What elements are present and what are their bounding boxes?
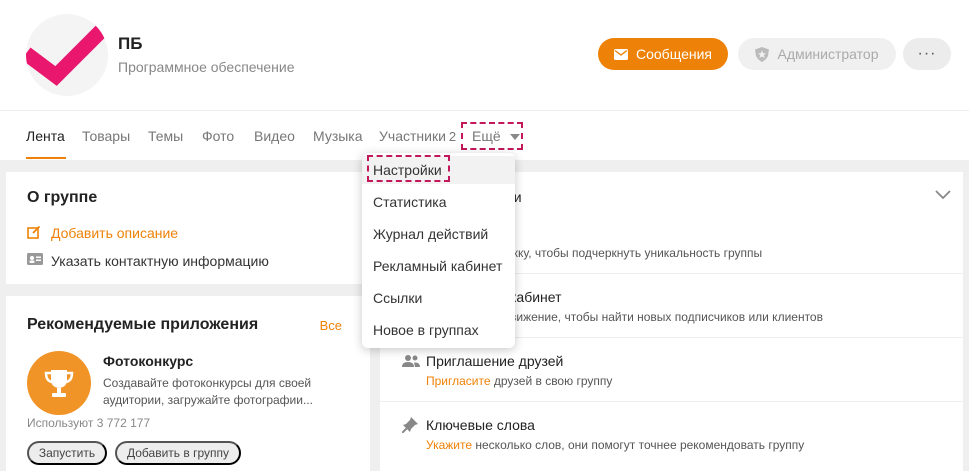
add-description-link[interactable]: Добавить описание — [27, 225, 178, 241]
app-users-count: Используют 3 772 177 — [27, 416, 151, 430]
pin-icon — [402, 417, 418, 433]
tab-photos[interactable]: Фото — [202, 128, 234, 144]
edit-icon — [27, 225, 43, 241]
menu-item-new-in-groups[interactable]: Новое в группах — [373, 322, 479, 338]
administrator-button[interactable]: Администратор — [738, 38, 896, 70]
members-count: 2 — [448, 129, 457, 144]
apps-all-link[interactable]: Все — [320, 318, 342, 333]
setup-item-3-subtitle: Пригласите друзей в свою группу — [426, 374, 612, 388]
shield-star-icon — [755, 46, 770, 62]
more-tab-highlight — [461, 122, 523, 150]
tab-topics[interactable]: Темы — [148, 128, 183, 144]
recommended-apps-card: Рекомендуемые приложения Все Фотоконкурс… — [6, 296, 370, 471]
add-description-label: Добавить описание — [51, 225, 179, 241]
setup-item-4-title[interactable]: Ключевые слова — [426, 417, 535, 433]
app-name[interactable]: Фотоконкурс — [103, 353, 193, 369]
menu-item-links[interactable]: Ссылки — [373, 290, 422, 306]
group-category: Программное обеспечение — [118, 59, 295, 75]
tab-music[interactable]: Музыка — [313, 128, 363, 144]
tab-members-label: Участники — [379, 128, 446, 144]
photo-contest-app-icon[interactable] — [27, 351, 91, 415]
specify-keywords-link[interactable]: Укажите — [426, 438, 472, 452]
about-title: О группе — [27, 189, 98, 206]
add-contact-label: Указать контактную информацию — [51, 253, 269, 269]
trophy-icon — [44, 370, 74, 397]
app-description: Создавайте фотоконкурсы для своей аудито… — [103, 376, 313, 407]
checkmark-logo-icon — [26, 21, 108, 86]
more-actions-button[interactable]: ··· — [903, 38, 951, 70]
group-name: ПБ — [118, 34, 143, 53]
envelope-icon — [614, 48, 628, 60]
setup-item-3-title[interactable]: Приглашение друзей — [426, 353, 563, 369]
tab-members[interactable]: Участники 2 — [379, 128, 456, 144]
group-header: ПБ Программное обеспечение Сообщения Адм… — [0, 0, 969, 110]
tab-products[interactable]: Товары — [82, 128, 130, 144]
apps-title: Рекомендуемые приложения — [27, 316, 259, 333]
setup-item-2-subtitle: вижение, чтобы найти новых подписчиков и… — [510, 310, 823, 324]
invite-link[interactable]: Пригласите — [426, 374, 491, 388]
add-app-to-group-button[interactable]: Добавить в группу — [115, 441, 241, 465]
tab-videos[interactable]: Видео — [254, 128, 295, 144]
about-card: О группе Добавить описание Указать конта… — [6, 172, 370, 284]
menu-item-ad-cabinet[interactable]: Рекламный кабинет — [373, 258, 502, 274]
invite-text: друзей в свою группу — [490, 374, 613, 388]
active-tab-underline — [26, 157, 66, 159]
menu-item-settings[interactable]: Настройки — [373, 162, 442, 178]
setup-item-4-subtitle: Укажите несколько слов, они помогут точн… — [426, 438, 804, 452]
users-icon — [402, 355, 420, 367]
tab-feed[interactable]: Лента — [26, 128, 65, 144]
divider — [380, 401, 963, 402]
contact-card-icon — [27, 253, 43, 269]
launch-app-button[interactable]: Запустить — [27, 441, 107, 465]
chevron-down-icon[interactable] — [935, 190, 951, 200]
keywords-text: несколько слов, они помогут точнее реком… — [472, 438, 805, 452]
administrator-label: Администратор — [777, 46, 879, 62]
setup-item-2-title[interactable]: кабинет — [510, 289, 562, 305]
messages-label: Сообщения — [636, 46, 712, 62]
messages-button[interactable]: Сообщения — [598, 38, 728, 70]
setup-item-1-subtitle: жку, чтобы подчеркнуть уникальность груп… — [510, 246, 763, 260]
add-contact-link[interactable]: Указать контактную информацию — [27, 253, 269, 269]
menu-item-statistics[interactable]: Статистика — [373, 194, 447, 210]
more-dropdown-menu: Настройки Статистика Журнал действий Рек… — [362, 153, 515, 348]
menu-item-action-log[interactable]: Журнал действий — [373, 226, 488, 242]
group-avatar[interactable] — [26, 14, 108, 96]
